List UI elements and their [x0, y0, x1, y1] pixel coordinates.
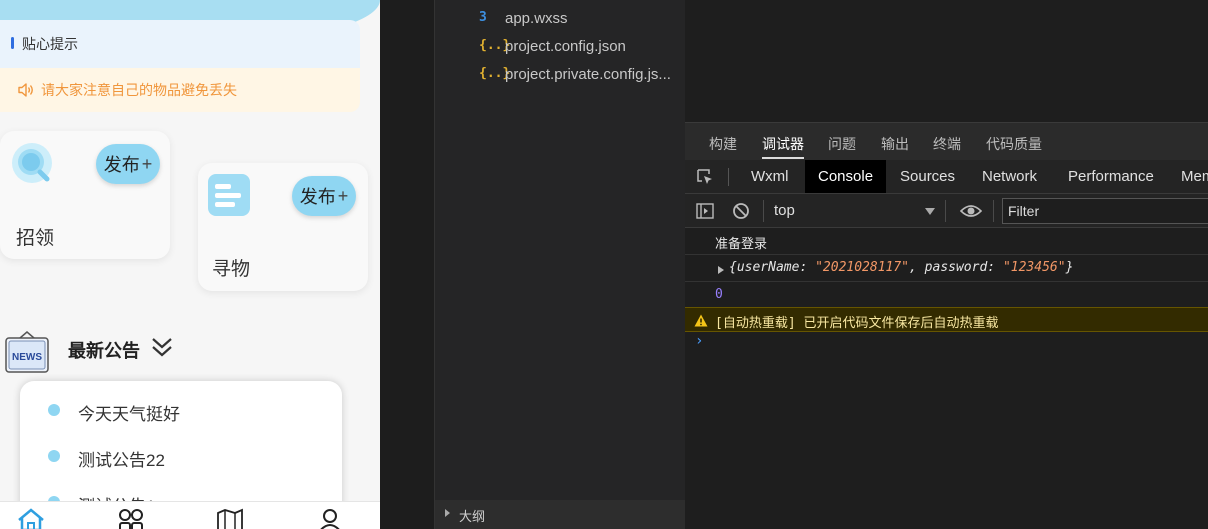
- separator: [945, 200, 946, 222]
- news-item-text: 测试公告22: [78, 451, 165, 470]
- news-badge-text: NEWS: [12, 352, 42, 363]
- publish-label: 发布: [299, 187, 336, 207]
- obj-prefix: {userName:: [729, 260, 816, 275]
- home-icon[interactable]: [17, 508, 45, 529]
- outline-label: 大纲: [459, 509, 486, 524]
- log-object: {userName: "2021028117", password: "1234…: [729, 260, 1073, 275]
- outline-section[interactable]: 大纲: [435, 500, 685, 529]
- log-object-line[interactable]: {userName: "2021028117", password: "1234…: [685, 255, 1208, 282]
- bottom-tab-bar: [0, 501, 380, 529]
- tip-card: 贴心提示 请大家注意自己的物品避免丢失: [0, 20, 360, 112]
- devtab-performance[interactable]: Performance: [1055, 160, 1167, 193]
- obj-mid: , password:: [909, 260, 1003, 275]
- publish-label: 发布: [103, 155, 140, 175]
- plus-icon: +: [141, 153, 153, 174]
- expand-arrow-icon: [445, 509, 450, 517]
- inspect-element-icon[interactable]: [695, 167, 715, 187]
- search-label: 寻物: [212, 259, 251, 280]
- devtab-console[interactable]: Console: [805, 160, 887, 193]
- tab-output[interactable]: 输出: [881, 134, 909, 154]
- devtab-network[interactable]: Network: [969, 160, 1050, 193]
- obj-username-value: "2021028117": [815, 260, 910, 275]
- obj-password-value: "123456": [1002, 260, 1066, 275]
- log-number-line: 0: [685, 282, 1208, 308]
- console-toolbar: top: [685, 194, 1208, 228]
- tab-terminal[interactable]: 终端: [933, 134, 961, 154]
- log-number: 0: [715, 287, 723, 302]
- filter-input[interactable]: [1002, 198, 1208, 224]
- plus-icon: +: [337, 185, 349, 206]
- double-chevron-down-icon[interactable]: [150, 335, 174, 359]
- separator: [993, 200, 994, 222]
- caret-down-icon[interactable]: [925, 208, 935, 215]
- tip-title-text: 贴心提示: [22, 36, 78, 52]
- news-header: NEWS 最新公告: [0, 328, 380, 373]
- file-item[interactable]: {..} project.private.config.js...: [435, 62, 685, 88]
- log-text: 准备登录: [715, 237, 768, 252]
- user-icon[interactable]: [316, 508, 344, 529]
- sidebar-toggle-icon[interactable]: [696, 202, 714, 220]
- active-tab-indicator: [762, 157, 804, 159]
- debugger-panel: 构建 调试器 问题 输出 终端 代码质量 Wxml Console Source…: [685, 0, 1208, 529]
- claim-label: 招领: [16, 228, 55, 249]
- file-explorer: 3 app.wxss {..} project.config.json {..}…: [435, 0, 685, 529]
- expand-arrow-icon[interactable]: [718, 266, 724, 274]
- claim-card[interactable]: 发布 + 招领: [0, 131, 170, 259]
- search-publish-button[interactable]: 发布 +: [292, 176, 356, 216]
- bullet-dot: [48, 404, 60, 416]
- log-line: 准备登录: [685, 228, 1208, 255]
- clear-console-icon[interactable]: [732, 202, 750, 220]
- bullet-dot: [48, 450, 60, 462]
- activity-bar: [380, 0, 435, 529]
- devtab-sources[interactable]: Sources: [887, 160, 968, 193]
- context-selector[interactable]: top: [774, 202, 795, 219]
- tab-code-quality[interactable]: 代码质量: [986, 134, 1042, 154]
- warning-text: [自动热重载] 已开启代码文件保存后自动热重载: [715, 316, 999, 331]
- news-item[interactable]: 今天天气挺好: [20, 397, 320, 427]
- file-name: project.private.config.js...: [505, 66, 671, 83]
- file-name: project.config.json: [505, 38, 626, 55]
- grid-icon[interactable]: [117, 508, 145, 529]
- obj-suffix: }: [1065, 260, 1074, 275]
- console-output: 准备登录 {userName: "2021028117", password: …: [685, 228, 1208, 529]
- document-icon: [208, 174, 250, 216]
- warning-icon: [694, 314, 708, 327]
- claim-publish-button[interactable]: 发布 +: [96, 144, 160, 184]
- news-item-text: 今天天气挺好: [78, 405, 180, 424]
- magnifier-icon: [12, 143, 52, 183]
- tab-debugger[interactable]: 调试器: [762, 134, 804, 154]
- news-board-icon: NEWS: [5, 331, 49, 373]
- separator: [763, 200, 764, 222]
- map-icon[interactable]: [216, 508, 244, 529]
- tip-title: 贴心提示: [11, 34, 78, 54]
- separator: [728, 168, 729, 186]
- tab-build[interactable]: 构建: [709, 134, 737, 154]
- speaker-icon: [18, 83, 33, 97]
- eye-icon[interactable]: [960, 202, 982, 220]
- devtools-tab-bar: Wxml Console Sources Network Performance…: [685, 160, 1208, 194]
- file-item[interactable]: {..} project.config.json: [435, 34, 685, 60]
- log-warning-line: [自动热重载] 已开启代码文件保存后自动热重载: [685, 307, 1208, 332]
- notice-text: 请大家注意自己的物品避免丢失: [41, 82, 237, 98]
- tab-problems[interactable]: 问题: [828, 134, 856, 154]
- panel-tab-bar: 构建 调试器 问题 输出 终端 代码质量: [685, 122, 1208, 160]
- editor-area: [685, 0, 1208, 122]
- news-item[interactable]: 测试公告22: [20, 443, 320, 473]
- search-card[interactable]: 发布 + 寻物: [198, 163, 368, 291]
- notice-bar[interactable]: 请大家注意自己的物品避免丢失: [0, 68, 360, 112]
- console-prompt-icon[interactable]: ›: [695, 333, 703, 349]
- devtab-wxml[interactable]: Wxml: [738, 160, 802, 193]
- devtab-memory[interactable]: Mem: [1168, 160, 1208, 193]
- css-icon: 3: [479, 10, 487, 25]
- news-title: 最新公告: [68, 341, 140, 361]
- simulator-screen: 贴心提示 请大家注意自己的物品避免丢失 发布 + 招领 发布 + 寻物 NEWS…: [0, 0, 380, 529]
- file-name: app.wxss: [505, 10, 568, 27]
- file-item[interactable]: 3 app.wxss: [435, 6, 685, 32]
